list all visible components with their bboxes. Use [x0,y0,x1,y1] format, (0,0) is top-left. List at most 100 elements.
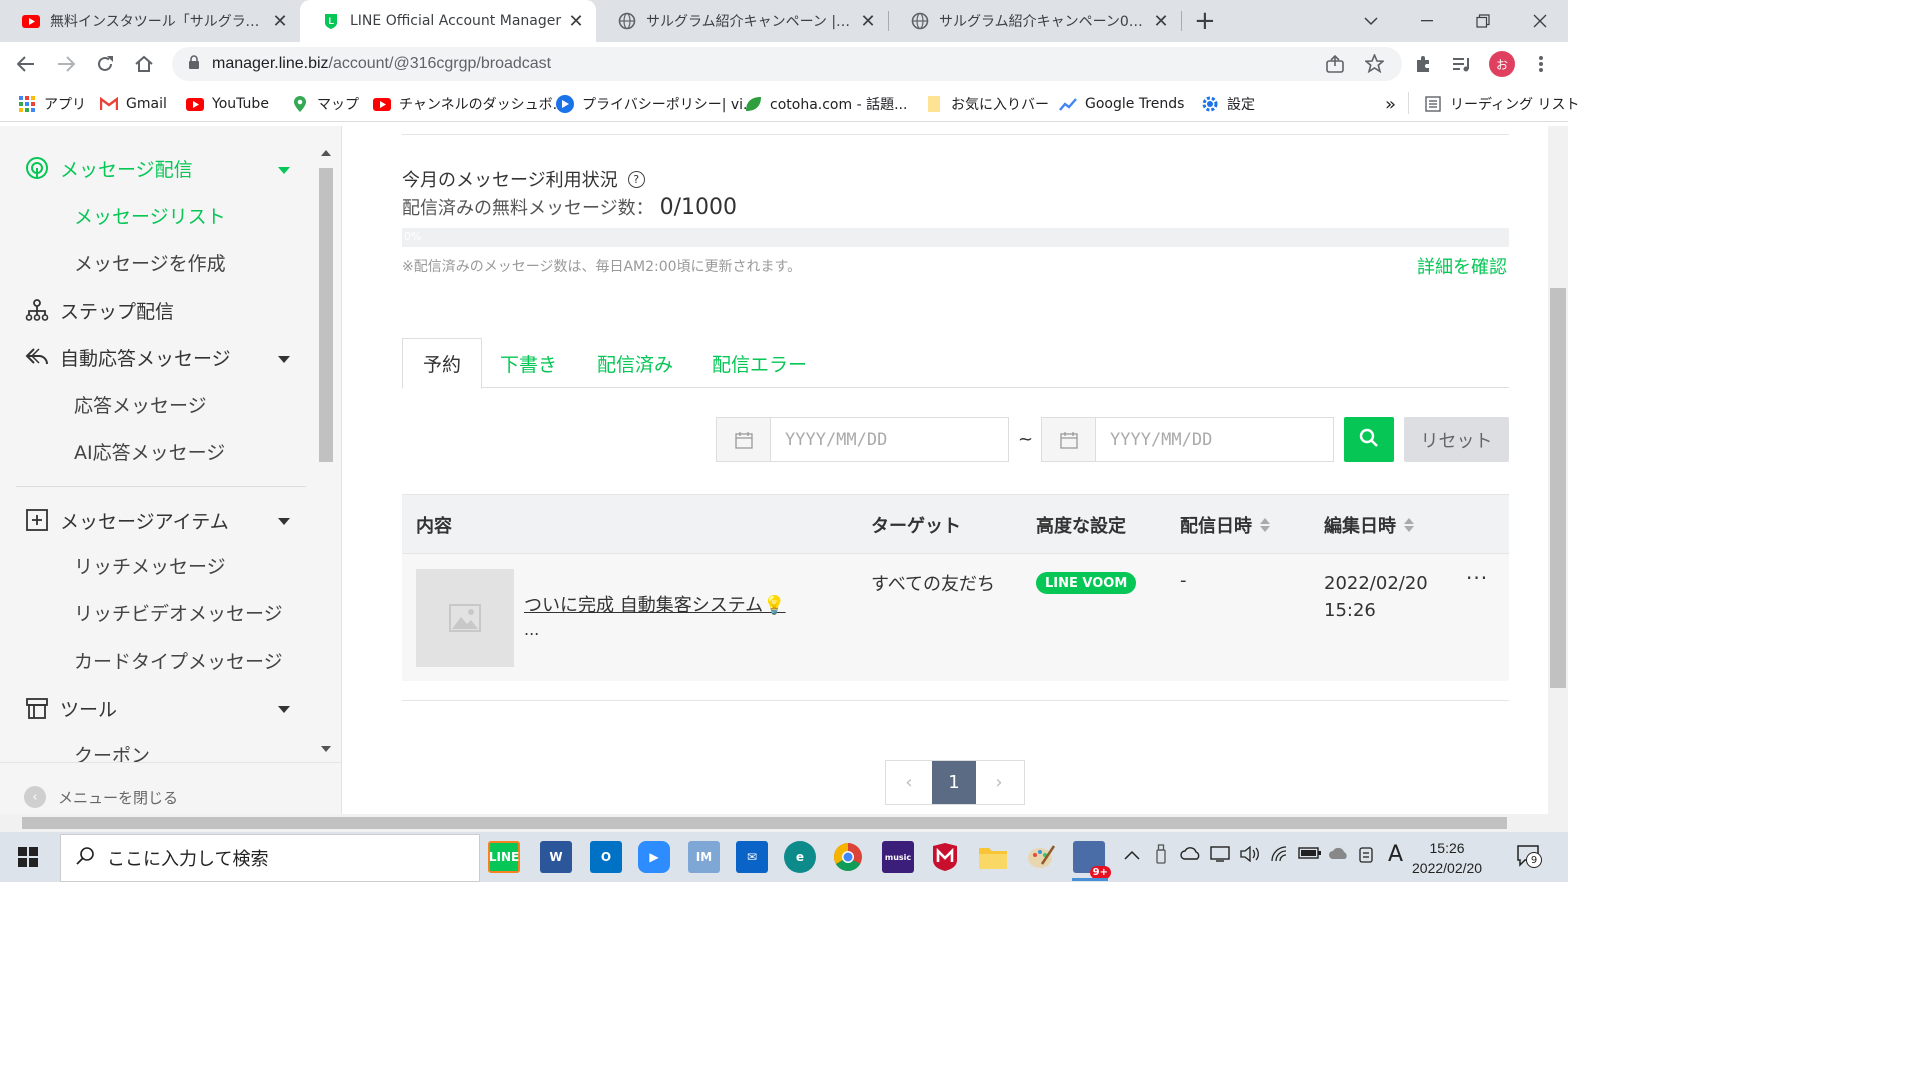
page-scrollbar[interactable] [1548,126,1568,814]
close-icon[interactable]: ✕ [272,11,288,32]
close-menu-button[interactable]: ‹ メニューを閉じる [24,786,178,808]
pagination-next-button[interactable]: › [976,761,1022,804]
date-to-field[interactable]: YYYY/MM/DD [1041,417,1334,462]
scrollbar-thumb[interactable] [22,817,1507,829]
sidebar-item-broadcast[interactable]: メッセージ配信 [0,148,193,188]
line-app-icon[interactable]: LINE [488,841,520,873]
mcafee-icon[interactable] [929,841,961,873]
chevron-down-icon[interactable] [278,167,290,174]
tab-drafts[interactable]: 下書き [480,338,577,388]
bookmark-folder[interactable]: お気に入りバー [925,94,1049,114]
sidebar-item-auto-reply[interactable]: 自動応答メッセージ [0,337,231,377]
pagination-page[interactable]: 1 [932,761,976,804]
cloud-icon[interactable] [1328,846,1350,864]
bookmark-google-trends[interactable]: Google Trends [1059,94,1184,114]
chevron-up-icon[interactable] [1124,846,1140,864]
sidebar-item-rich-video[interactable]: リッチビデオメッセージ [74,594,283,630]
more-bookmarks-button[interactable]: » [1385,94,1396,115]
ime-mode-icon[interactable] [1358,846,1376,868]
taskbar-search[interactable]: ここに入力して検索 [60,834,480,882]
bookmark-youtube[interactable]: YouTube [186,94,269,114]
forward-icon[interactable] [52,50,80,78]
volume-icon[interactable] [1240,845,1260,866]
tab-scheduled[interactable]: 予約 [402,338,483,389]
scrollbar-thumb[interactable] [319,168,333,462]
share-icon[interactable] [1326,54,1344,77]
sidebar-item-message-list[interactable]: メッセージリスト [74,197,226,233]
sidebar-item-step[interactable]: ステップ配信 [0,290,174,330]
extensions-icon[interactable] [1409,50,1437,78]
lock-icon[interactable] [188,54,200,74]
sort-icon[interactable] [1404,518,1414,532]
scrollbar-thumb[interactable] [1550,288,1566,688]
column-sent-date[interactable]: 配信日時 [1180,495,1270,555]
horizontal-scrollbar[interactable] [0,814,1568,832]
bookmark-star-icon[interactable] [1363,52,1386,77]
column-edited-date[interactable]: 編集日時 [1324,495,1414,555]
date-from-field[interactable]: YYYY/MM/DD [716,417,1009,462]
im-app-icon[interactable]: IM [688,841,720,873]
minimize-icon[interactable] [1399,0,1455,42]
bookmark-yt-dashboard[interactable]: チャンネルのダッシュボ... [373,94,566,114]
close-icon[interactable]: ✕ [568,11,584,32]
profile-avatar[interactable]: お [1489,51,1515,77]
close-icon[interactable]: ✕ [1153,11,1169,32]
tab-sent[interactable]: 配信済み [577,338,693,388]
restore-icon[interactable] [1455,0,1511,42]
detail-link[interactable]: 詳細を確認 [1417,253,1507,279]
chevron-down-icon[interactable] [278,706,290,713]
word-icon[interactable]: W [540,841,572,873]
usb-icon[interactable] [1155,844,1167,868]
table-row[interactable]: ついに完成 自動集客システム💡 ... すべての友だち LINE VOOM - … [402,554,1509,681]
sidebar-item-tools[interactable]: ツール [0,688,117,728]
edge-icon[interactable]: e [784,841,816,873]
chevron-down-icon[interactable] [278,518,290,525]
mail-icon[interactable]: ✉ [736,841,768,873]
sidebar-scrollbar[interactable] [318,148,334,760]
bookmark-maps[interactable]: マップ [291,94,359,114]
search-button[interactable] [1344,417,1394,462]
help-icon[interactable]: ? [627,170,645,188]
calendar-icon[interactable] [717,418,771,461]
amazon-music-icon[interactable]: music [882,841,914,873]
bookmark-apps[interactable]: アプリ [18,94,86,114]
new-tab-button[interactable]: + [1194,6,1216,36]
bookmark-settings[interactable]: 設定 [1201,94,1255,114]
windows-start-icon[interactable] [8,840,48,874]
browser-tab[interactable]: サルグラム紹介キャンペーン02 | ＬＩ ✕ [889,0,1181,42]
more-options-icon[interactable]: ··· [1466,566,1488,590]
paint-icon[interactable] [1025,841,1057,873]
sidebar-item-create-message[interactable]: メッセージを作成 [74,244,226,280]
file-explorer-icon[interactable] [977,841,1009,873]
onedrive-icon[interactable] [1180,846,1202,864]
sort-icon[interactable] [1260,518,1270,532]
chevron-down-icon[interactable] [278,356,290,363]
sidebar-item-message-items[interactable]: メッセージアイテム [0,500,229,540]
app-notification-icon[interactable]: 9+ [1073,841,1111,879]
menu-kebab-icon[interactable] [1527,50,1555,78]
taskbar-clock[interactable]: 15:26 2022/02/20 [1412,838,1482,878]
sidebar-item-reply-message[interactable]: 応答メッセージ [74,386,207,422]
bookmark-vimeo[interactable]: プライバシーポリシー| vi... [556,94,756,114]
sidebar-item-card-type[interactable]: カードタイプメッセージ [74,642,283,678]
reload-icon[interactable] [91,50,119,78]
message-title-link[interactable]: ついに完成 自動集客システム💡 [524,591,786,617]
tab-search-icon[interactable] [1343,0,1399,42]
battery-icon[interactable] [1298,846,1322,864]
display-icon[interactable] [1210,846,1230,866]
address-bar[interactable]: manager.line.biz/account/@316cgrgp/broad… [172,47,1402,81]
sidebar-item-rich-message[interactable]: リッチメッセージ [74,547,226,583]
scroll-up-icon[interactable] [321,150,331,156]
wifi-icon[interactable] [1270,846,1290,866]
back-icon[interactable] [12,50,40,78]
tab-errors[interactable]: 配信エラー [692,338,827,388]
browser-tab[interactable]: 無料インスタツール「サルグラム」につい ✕ [0,0,300,42]
date-from-input[interactable]: YYYY/MM/DD [771,418,1008,461]
bookmark-cotoha[interactable]: cotoha.com - 話題... [744,94,907,114]
outlook-icon[interactable]: O [590,841,622,873]
reset-button[interactable]: リセット [1404,417,1509,462]
chrome-icon[interactable] [832,841,864,873]
window-close-icon[interactable] [1512,0,1568,42]
close-icon[interactable]: ✕ [860,11,876,32]
ime-indicator[interactable]: A [1388,842,1403,867]
